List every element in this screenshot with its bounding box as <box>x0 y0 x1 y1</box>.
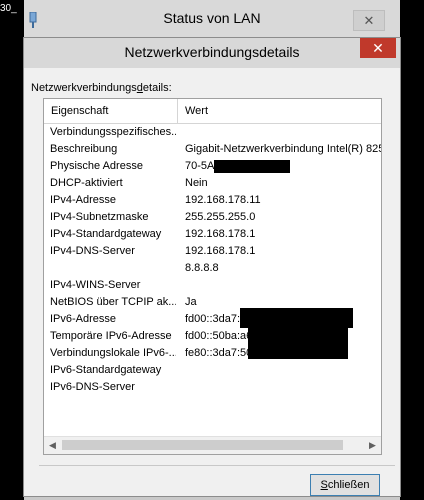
scrollbar-thumb[interactable] <box>62 440 343 450</box>
row-property: Verbindungsspezifisches... <box>50 126 176 138</box>
row-property: IPv4-Standardgateway <box>50 228 162 240</box>
section-label: Netzwerkverbindungsdetails: <box>31 82 172 94</box>
corner-text: 30_ <box>0 3 17 14</box>
row-property: IPv4-Subnetzmaske <box>50 211 149 223</box>
row-value: Ja <box>185 296 197 308</box>
row-value: Nein <box>185 177 208 189</box>
list-row[interactable]: Verbindungslokale IPv6-... fe80::3da7:50 <box>44 343 381 362</box>
row-value: 192.168.178.11 <box>185 194 261 206</box>
row-property: Physische Adresse <box>50 160 143 172</box>
dialog-titlebar: Netzwerkverbindungsdetails ✕ <box>24 38 400 68</box>
row-property: Verbindungslokale IPv6-... <box>50 347 176 359</box>
redaction-bar <box>240 308 353 328</box>
list-row[interactable]: Beschreibung Gigabit-Netzwerkverbindung I… <box>44 142 381 158</box>
row-property: IPv6-Standardgateway <box>50 364 162 376</box>
row-value: 192.168.178.1 <box>185 245 256 257</box>
row-property: NetBIOS über TCPIP ak... <box>50 296 176 308</box>
row-value: 8.8.8.8 <box>185 262 219 274</box>
list-row[interactable]: Verbindungsspezifisches... <box>44 125 381 141</box>
background-window-close-button[interactable]: ✕ <box>353 10 385 31</box>
row-value: Gigabit-Netzwerkverbindung Intel(R) 8257 <box>185 143 382 155</box>
row-property: Temporäre IPv6-Adresse <box>50 330 172 342</box>
column-header-property[interactable]: Eigenschaft <box>44 99 178 123</box>
scroll-right-icon[interactable]: ▶ <box>364 437 381 454</box>
row-value: 255.255.255.0 <box>185 211 256 223</box>
dialog-close-button[interactable]: ✕ <box>360 38 396 58</box>
row-property: Beschreibung <box>50 143 118 155</box>
list-row[interactable]: IPv4-Standardgateway 192.168.178.1 <box>44 227 381 243</box>
redaction-bar <box>248 343 348 359</box>
list-row[interactable]: IPv4-DNS-Server 192.168.178.1 <box>44 244 381 260</box>
list-row[interactable]: IPv6-Standardgateway <box>44 363 381 379</box>
list-row[interactable]: Physische Adresse 70-5A <box>44 159 381 175</box>
separator <box>39 465 395 466</box>
list-row[interactable]: IPv4-Subnetzmaske 255.255.255.0 <box>44 210 381 226</box>
row-property: IPv6-Adresse <box>50 313 117 325</box>
list-row[interactable]: IPv4-WINS-Server <box>44 278 381 294</box>
row-property: IPv4-DNS-Server <box>50 245 135 257</box>
dialog-title: Netzwerkverbindungsdetails <box>124 44 300 60</box>
row-property: DHCP-aktiviert <box>50 177 123 189</box>
redaction-bar <box>214 160 290 173</box>
details-list[interactable]: Eigenschaft Wert Verbindungsspezifisches… <box>43 98 382 455</box>
list-row[interactable]: 8.8.8.8 <box>44 261 381 277</box>
row-value: 192.168.178.1 <box>185 228 256 240</box>
row-property: IPv4-WINS-Server <box>50 279 141 291</box>
list-row[interactable]: IPv6-DNS-Server <box>44 380 381 396</box>
close-button[interactable]: Schließen <box>310 474 380 496</box>
horizontal-scrollbar[interactable]: ◀ ▶ <box>44 436 381 454</box>
network-details-dialog: Netzwerkverbindungsdetails ✕ Netzwerkver… <box>24 38 400 496</box>
row-property: IPv4-Adresse <box>50 194 117 206</box>
row-property: IPv6-DNS-Server <box>50 381 135 393</box>
list-header: Eigenschaft Wert <box>44 99 381 124</box>
column-header-value[interactable]: Wert <box>178 99 381 123</box>
list-row[interactable]: DHCP-aktiviert Nein <box>44 176 381 192</box>
list-row[interactable]: IPv4-Adresse 192.168.178.11 <box>44 193 381 209</box>
scroll-left-icon[interactable]: ◀ <box>44 437 61 454</box>
